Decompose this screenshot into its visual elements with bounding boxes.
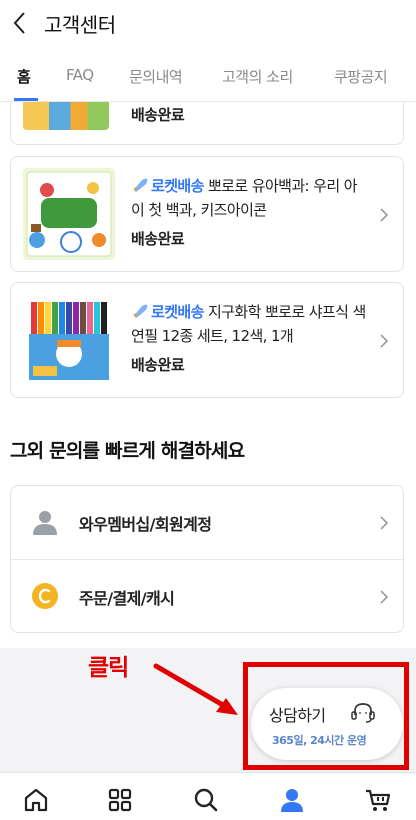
chevron-right-icon xyxy=(380,590,389,604)
home-icon[interactable] xyxy=(22,787,50,813)
quick-help-menu: 와우멤버십/회원계정 주문/결제/캐시 xyxy=(10,485,404,633)
tab-coupang-notice[interactable]: 쿠팡공지 xyxy=(334,66,388,87)
chevron-right-icon xyxy=(380,208,389,222)
product-thumbnail xyxy=(23,168,115,260)
annotation-arrow xyxy=(153,663,238,715)
active-tab-indicator xyxy=(14,98,38,101)
tab-bar: 홈 FAQ 문의내역 고객의 소리 쿠팡공지 xyxy=(0,56,416,102)
person-icon[interactable] xyxy=(278,787,306,813)
rocket-icon xyxy=(133,304,148,318)
annotation-click-label: 클릭 xyxy=(88,655,129,681)
app-header: 고객센터 xyxy=(0,0,416,48)
delivery-status: 배송완료 xyxy=(131,356,185,374)
rocket-delivery-tag: 로켓배송 xyxy=(151,303,204,321)
delivery-status: 배송완료 xyxy=(131,106,185,124)
order-card[interactable]: 로켓배송 뽀로로 유아백과: 우리 아이 첫 백과, 키즈아이콘 배송완료 xyxy=(10,156,404,272)
tab-faq[interactable]: FAQ xyxy=(66,66,94,84)
user-icon xyxy=(33,511,57,535)
search-icon[interactable] xyxy=(192,787,220,813)
menu-item-membership-account[interactable]: 와우멤버십/회원계정 xyxy=(11,486,403,559)
tab-home[interactable]: 홈 xyxy=(17,66,31,87)
chevron-right-icon xyxy=(380,334,389,348)
tab-customer-voice[interactable]: 고객의 소리 xyxy=(222,66,293,87)
annotation-highlight-box xyxy=(243,662,409,770)
quick-help-title: 그외 문의를 빠르게 해결하세요 xyxy=(10,440,245,462)
product-title: 로켓배송 뽀로로 유아백과: 우리 아이 첫 백과, 키즈아이콘 xyxy=(131,174,369,222)
product-title: 로켓배송 지구화학 뽀로로 샤프식 색연필 12종 세트, 12색, 1개 xyxy=(131,300,369,348)
chevron-right-icon xyxy=(380,516,389,530)
delivery-status: 배송완료 xyxy=(131,230,185,248)
back-arrow-icon[interactable] xyxy=(10,10,32,36)
order-card[interactable]: 로켓배송 지구화학 뽀로로 샤프식 색연필 12종 세트, 12색, 1개 배송… xyxy=(10,282,404,398)
cart-icon[interactable] xyxy=(364,787,392,813)
grid-icon[interactable] xyxy=(106,787,134,813)
product-thumbnail xyxy=(23,102,109,130)
rocket-icon xyxy=(133,178,148,192)
menu-item-label: 와우멤버십/회원계정 xyxy=(79,515,212,534)
page-title: 고객센터 xyxy=(44,13,116,37)
rocket-delivery-tag: 로켓배송 xyxy=(151,177,204,195)
menu-item-order-payment-cash[interactable]: 주문/결제/캐시 xyxy=(11,559,403,632)
order-card-partial[interactable]: 배송완료 xyxy=(10,102,404,145)
bottom-navigation xyxy=(0,772,416,820)
product-thumbnail xyxy=(23,294,115,386)
coin-icon xyxy=(32,583,58,609)
tab-inquiry-history[interactable]: 문의내역 xyxy=(129,66,183,87)
menu-item-label: 주문/결제/캐시 xyxy=(79,589,175,608)
